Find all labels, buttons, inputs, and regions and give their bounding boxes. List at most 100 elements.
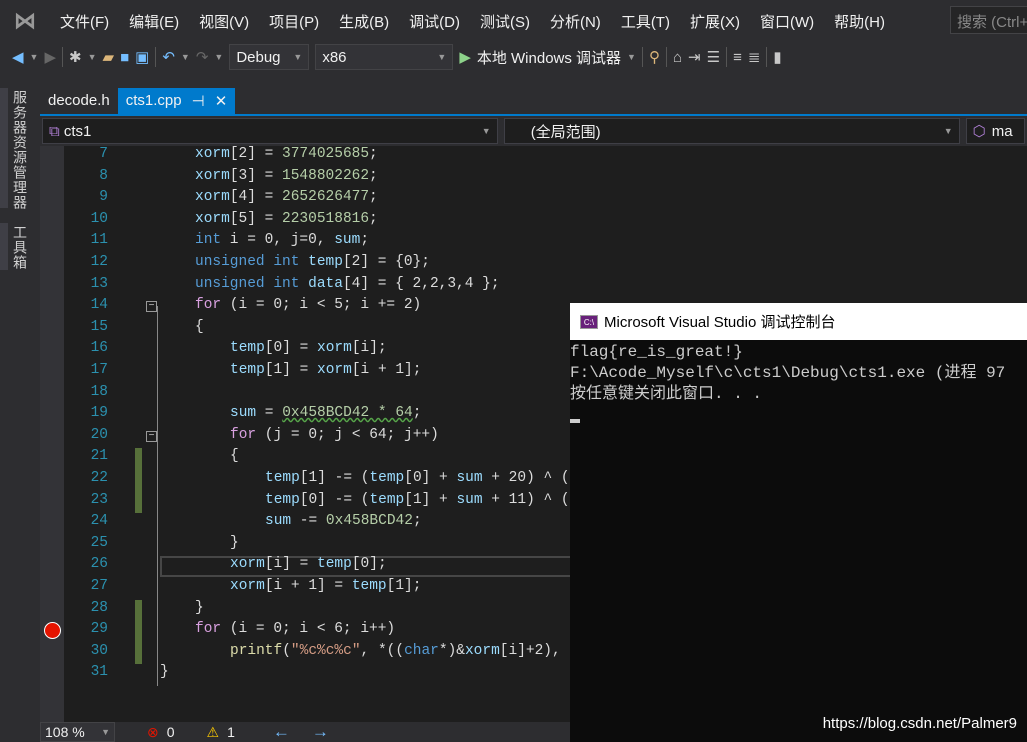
open-folder-icon[interactable]: ▰: [103, 48, 115, 66]
menu-item[interactable]: 测试(S): [470, 11, 540, 32]
menu-item[interactable]: 视图(V): [189, 11, 259, 32]
next-issue-icon[interactable]: →: [312, 722, 329, 742]
line-number: 9: [99, 189, 108, 206]
indent-icon[interactable]: ☰: [707, 48, 720, 66]
console-line: flag{re_is_great!}: [570, 343, 743, 361]
code-line[interactable]: xorm[i] = temp[0];: [230, 556, 387, 572]
code-line[interactable]: temp[1] -= (temp[0] + sum + 20) ^ (: [265, 470, 570, 486]
play-icon[interactable]: ▶: [459, 48, 471, 66]
menu-item[interactable]: 窗口(W): [750, 11, 824, 32]
code-line[interactable]: for (j = 0; j < 64; j++): [230, 427, 439, 443]
error-icon[interactable]: ⊗: [147, 724, 159, 741]
step-icon[interactable]: ⇥: [688, 48, 701, 66]
start-debugger-button[interactable]: 本地 Windows 调试器: [477, 47, 621, 68]
code-line[interactable]: sum = 0x458BCD42 * 64;: [230, 405, 421, 421]
side-tab-server-explorer[interactable]: 服务器资源管理器: [10, 90, 30, 210]
side-tab-toolbox[interactable]: 工具箱: [10, 225, 30, 270]
debug-console-window[interactable]: C:\ Microsoft Visual Studio 调试控制台 flag{r…: [570, 303, 1027, 742]
code-line[interactable]: xorm[2] = 3774025685;: [195, 146, 378, 162]
new-project-icon[interactable]: ✱: [69, 48, 82, 66]
line-number: 23: [90, 491, 108, 508]
pin-icon[interactable]: ⊣: [192, 92, 205, 111]
code-token: (: [282, 642, 291, 659]
code-token: [3] =: [229, 167, 283, 184]
menu-item[interactable]: 分析(N): [540, 11, 611, 32]
menu-item[interactable]: 文件(F): [50, 11, 119, 32]
code-line[interactable]: temp[0] = xorm[i];: [230, 340, 387, 356]
home-icon[interactable]: ⌂: [673, 49, 682, 66]
code-line[interactable]: unsigned int temp[2] = {0};: [195, 254, 430, 270]
code-line[interactable]: }: [230, 535, 239, 551]
redo-icon[interactable]: ↷: [196, 48, 209, 66]
line-number: 28: [90, 599, 108, 616]
menu-item[interactable]: 编辑(E): [119, 11, 189, 32]
document-tabs: decode.h cts1.cpp ⊣ ✕: [40, 88, 236, 115]
code-line[interactable]: printf("%c%c%c", *((char*)&xorm[i]+2),: [230, 643, 561, 659]
find-icon[interactable]: ⚲: [649, 48, 660, 66]
code-token: temp: [230, 362, 265, 378]
separator: [726, 47, 728, 67]
code-line[interactable]: int i = 0, j=0, sum;: [195, 232, 369, 248]
menu-item[interactable]: 调试(D): [399, 11, 470, 32]
uncomment-icon[interactable]: ≣: [748, 48, 761, 66]
console-title-bar[interactable]: C:\ Microsoft Visual Studio 调试控制台: [570, 303, 1027, 340]
code-line[interactable]: for (i = 0; i < 6; i++): [195, 621, 395, 637]
code-token: -=: [291, 513, 326, 530]
scope-dropdown[interactable]: (全局范围) ▼: [503, 118, 960, 144]
collapse-icon[interactable]: −: [146, 301, 157, 313]
line-number: 25: [90, 534, 108, 551]
forward-icon[interactable]: ▶: [44, 48, 56, 66]
platform-select[interactable]: x86 ▼: [315, 44, 454, 70]
save-all-icon[interactable]: ▣: [135, 48, 149, 66]
code-line[interactable]: temp[1] = xorm[i + 1];: [230, 362, 421, 378]
menu-item[interactable]: 项目(P): [259, 11, 329, 32]
code-line[interactable]: unsigned int data[4] = { 2,2,3,4 };: [195, 276, 500, 292]
code-line[interactable]: for (i = 0; i < 5; i += 2): [195, 297, 421, 313]
code-line[interactable]: {: [195, 319, 204, 335]
code-line[interactable]: }: [195, 600, 204, 616]
member-dropdown[interactable]: ⬡ ma: [965, 118, 1025, 144]
side-tab-bar: [0, 223, 8, 270]
separator: [155, 47, 157, 67]
warning-count[interactable]: 1: [227, 724, 235, 740]
code-line[interactable]: temp[0] -= (temp[1] + sum + 11) ^ (: [265, 492, 570, 508]
configuration-select[interactable]: Debug ▼: [229, 44, 310, 70]
menu-item[interactable]: 扩展(X): [680, 11, 750, 32]
search-input[interactable]: 搜索 (Ctrl+: [950, 6, 1027, 34]
tab-cts1-cpp[interactable]: cts1.cpp ⊣ ✕: [117, 88, 236, 115]
back-icon[interactable]: ◀: [12, 48, 24, 66]
new-dropdown-icon[interactable]: ▼: [88, 52, 97, 62]
code-line[interactable]: xorm[4] = 2652626477;: [195, 189, 378, 205]
error-count[interactable]: 0: [167, 724, 175, 740]
menu-item[interactable]: 生成(B): [329, 11, 399, 32]
line-number: 30: [90, 642, 108, 659]
code-line[interactable]: }: [160, 664, 169, 680]
project-dropdown[interactable]: ⧉ cts1 ▼: [42, 118, 498, 144]
code-line[interactable]: {: [230, 448, 239, 464]
zoom-dropdown[interactable]: 108 % ▼: [40, 722, 115, 742]
menu-item[interactable]: 工具(T): [611, 11, 680, 32]
code-token: xorm: [195, 167, 230, 184]
code-line[interactable]: xorm[i + 1] = temp[1];: [230, 578, 421, 594]
back-dropdown-icon[interactable]: ▼: [30, 52, 39, 62]
tab-decode-h[interactable]: decode.h: [40, 88, 118, 115]
code-line[interactable]: xorm[5] = 2230518816;: [195, 211, 378, 227]
comment-icon[interactable]: ≡: [733, 49, 742, 66]
code-token: xorm: [195, 189, 230, 206]
redo-dropdown-icon[interactable]: ▼: [214, 52, 223, 62]
close-icon[interactable]: ✕: [215, 92, 228, 111]
menu-item[interactable]: 帮助(H): [824, 11, 895, 32]
chevron-down-icon[interactable]: ▼: [627, 52, 636, 62]
save-icon[interactable]: ■: [120, 49, 129, 66]
code-line[interactable]: xorm[3] = 1548802262;: [195, 168, 378, 184]
bookmark-icon[interactable]: ▮: [773, 48, 781, 66]
warning-icon[interactable]: ⚠: [207, 724, 220, 741]
previous-issue-icon[interactable]: ←: [273, 722, 290, 742]
collapse-icon[interactable]: −: [146, 430, 157, 442]
code-token: xorm: [317, 340, 352, 357]
undo-dropdown-icon[interactable]: ▼: [181, 52, 190, 62]
undo-icon[interactable]: ↶: [162, 48, 175, 66]
code-line[interactable]: sum -= 0x458BCD42;: [265, 513, 422, 529]
code-token: "%c%c%c": [290, 642, 361, 659]
console-line: F:\Acode_Myself\c\cts1\Debug\cts1.exe (进…: [570, 364, 1006, 382]
